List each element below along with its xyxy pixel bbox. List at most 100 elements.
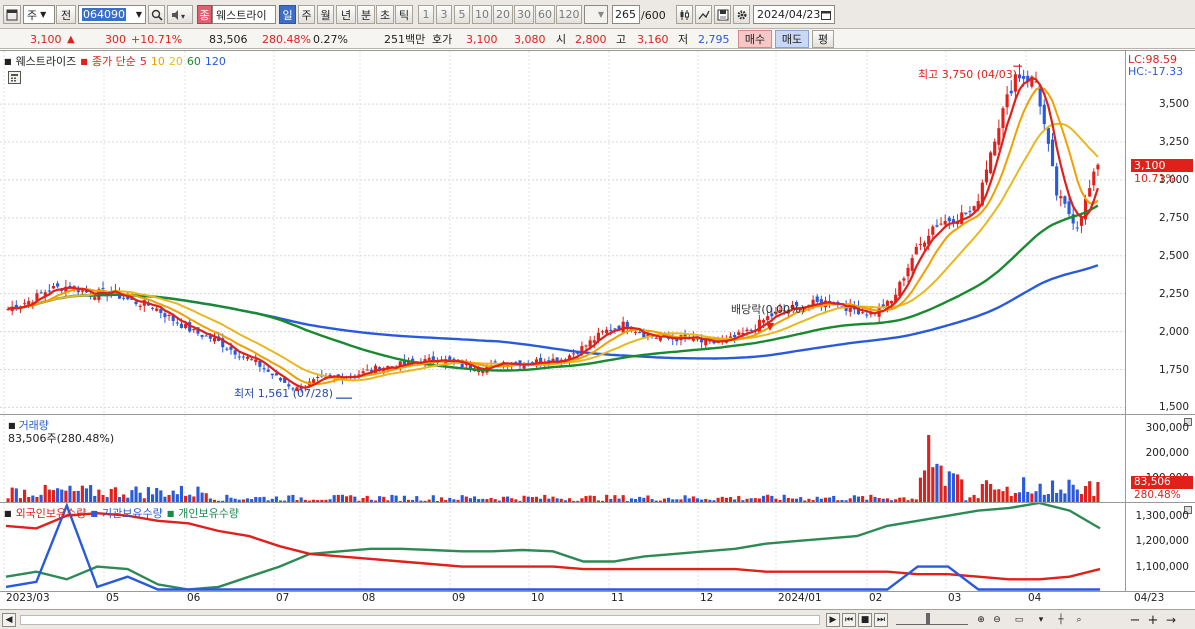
high-label: 고 (616, 33, 627, 46)
pin-icon[interactable]: ▾ (1034, 613, 1048, 627)
stock-type-badge: 종 (197, 5, 212, 24)
period-minute-button[interactable]: 분 (357, 5, 375, 24)
candle-body (914, 246, 918, 255)
date-input[interactable]: 2024/04/23 (753, 5, 835, 24)
x-axis (0, 591, 1195, 609)
calculator-icon[interactable] (8, 71, 21, 84)
price-chart-pane[interactable]: ■ 웨스트라이즈 ■ 종가 단순 5 10 20 60 120 최고 3,750… (0, 50, 1125, 415)
bullet-icon: ■ (80, 56, 88, 66)
sell-button[interactable]: 매도 (775, 30, 809, 48)
speaker-icon[interactable]: ▾ (167, 5, 193, 24)
volume-chart[interactable] (0, 415, 1125, 503)
legend-individual: 개인보유수량 (178, 507, 239, 520)
holdings-pane[interactable]: ■ 외국인보유수량 ■ 기관보유수량 ■ 개인보유수량 (0, 502, 1125, 592)
x-axis-tick: 10 (531, 592, 545, 604)
candle-body (159, 309, 163, 314)
bid-price: 3,080 (514, 32, 546, 46)
candle-body (237, 356, 241, 358)
eval-button[interactable]: 평 (812, 30, 834, 48)
candle-body (212, 337, 217, 342)
legend-foreign: 외국인보유수량 (15, 507, 87, 520)
volume-bar (179, 485, 184, 503)
candle-body (1022, 76, 1026, 79)
period-week-button[interactable]: 주 (298, 5, 315, 24)
ma5-line (7, 76, 1099, 389)
period-tick-button[interactable]: 틱 (395, 5, 413, 24)
candle-body (943, 220, 947, 225)
count-input[interactable]: 265 (612, 5, 640, 24)
period-year-button[interactable]: 년 (336, 5, 356, 24)
forward-icon[interactable]: ⏭ (874, 613, 888, 627)
x-axis-tick: 04 (1028, 592, 1042, 604)
prev-button[interactable]: 전 (56, 5, 76, 24)
candle-body (225, 348, 229, 350)
volume-bar (984, 480, 989, 503)
scroll-right-icon[interactable]: ▶ (826, 613, 840, 627)
volume-pane[interactable]: ■ 거래량 83,506주(280.48%) (0, 414, 1125, 503)
candle-body (101, 288, 105, 290)
window-icon[interactable] (3, 5, 21, 24)
candle-body (745, 329, 749, 332)
high-price: 3,160 (637, 32, 669, 46)
gear-icon[interactable] (733, 5, 750, 24)
volume-bar (146, 487, 150, 503)
candle-body (605, 329, 609, 334)
scroll-left-icon[interactable]: ◀ (2, 613, 16, 627)
volume-bar (1075, 489, 1079, 503)
volume-bar (60, 489, 64, 503)
volume-bar (56, 488, 60, 503)
stop-icon[interactable]: ■ (858, 613, 872, 627)
calendar-icon[interactable] (821, 10, 831, 20)
interval-120-button[interactable]: 120 (556, 5, 582, 24)
period-second-button[interactable]: 초 (376, 5, 394, 24)
zoom-out-icon[interactable]: − (1128, 613, 1142, 628)
candle-body (910, 258, 914, 271)
interval-60-button[interactable]: 60 (535, 5, 555, 24)
interval-10-button[interactable]: 10 (472, 5, 492, 24)
period-month-button[interactable]: 월 (317, 5, 334, 24)
candle-body (493, 361, 497, 363)
candle-body (638, 331, 642, 334)
price-chart[interactable] (0, 51, 1125, 415)
candle-body (997, 128, 1001, 145)
crosshair-icon[interactable]: ┼ (1054, 613, 1068, 627)
code-input[interactable]: 064090 ▼ (78, 5, 146, 24)
volume-bar (1096, 482, 1100, 503)
volume-bar (97, 489, 101, 503)
candle-body (865, 314, 869, 316)
search-icon[interactable]: ⌕ (1072, 613, 1086, 627)
reset-icon[interactable]: ▭ (1012, 613, 1026, 627)
zoom-out-magnifier-icon[interactable]: ⊖ (990, 613, 1004, 627)
candle-body (968, 211, 972, 213)
candle-body (1088, 188, 1092, 197)
volume-bar (196, 486, 200, 503)
volume-bar (1059, 489, 1063, 503)
volume-bar (14, 488, 18, 503)
zoom-in-icon[interactable]: + (1146, 613, 1160, 628)
save-icon[interactable] (714, 5, 731, 24)
type-select[interactable]: 주 ▼ (23, 5, 55, 24)
interval-5-button[interactable]: 5 (454, 5, 470, 24)
price-axis-tick: 2,000 (1158, 325, 1189, 338)
zoom-in-magnifier-icon[interactable]: ⊕ (974, 613, 988, 627)
x-axis-tick: 2024/01 (778, 592, 822, 604)
navigate-right-icon[interactable]: → (1164, 613, 1178, 627)
search-icon[interactable] (148, 5, 165, 24)
interval-20-button[interactable]: 20 (493, 5, 513, 24)
period-day-button[interactable]: 일 (279, 5, 296, 24)
zoom-slider[interactable] (896, 613, 968, 625)
interval-3-button[interactable]: 3 (436, 5, 452, 24)
draw-line-icon[interactable] (695, 5, 712, 24)
volume-bar (109, 488, 113, 503)
interval-1-button[interactable]: 1 (418, 5, 434, 24)
candle-icon[interactable] (676, 5, 693, 24)
interval-30-button[interactable]: 30 (514, 5, 534, 24)
scroll-track[interactable] (20, 615, 820, 625)
rewind-icon[interactable]: ⏮ (842, 613, 856, 627)
x-axis-tick: 03 (948, 592, 962, 604)
buy-button[interactable]: 매수 (738, 30, 772, 48)
zoom-slider-handle[interactable] (926, 613, 930, 625)
interval-select[interactable]: ▼ (584, 5, 608, 24)
volume-bar (993, 489, 997, 503)
candle-body (316, 376, 320, 378)
